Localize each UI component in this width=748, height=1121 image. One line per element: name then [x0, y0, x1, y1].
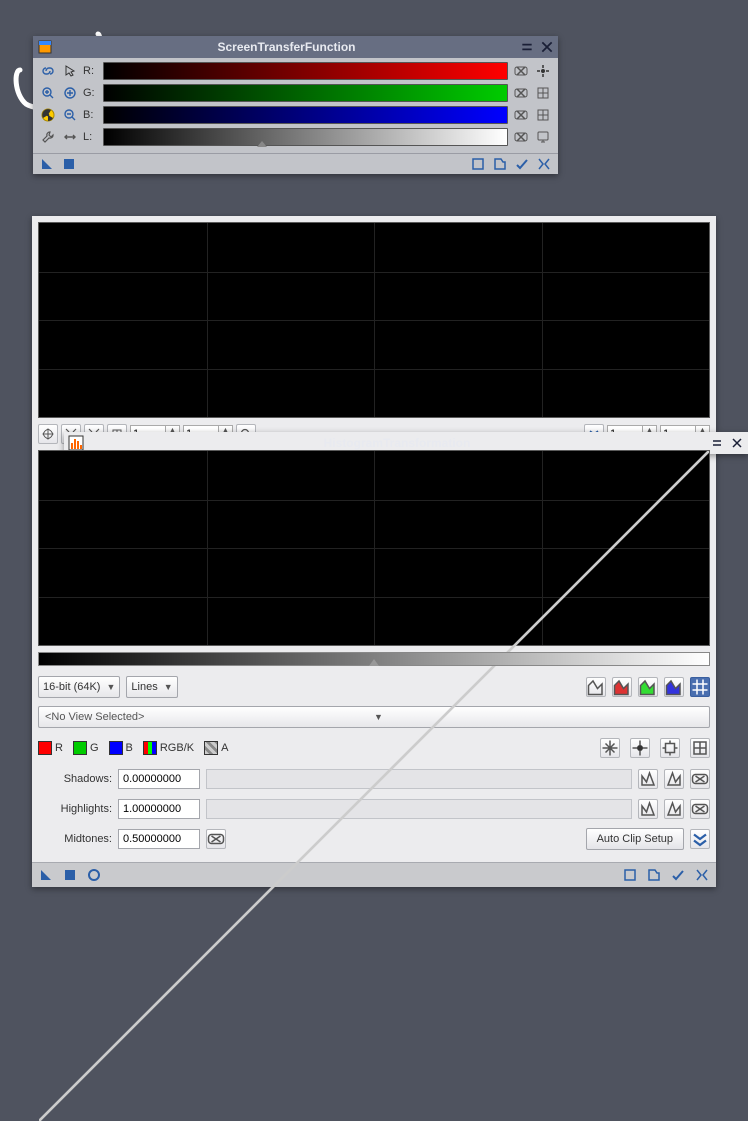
stf-row-green: G: [39, 83, 552, 103]
stf-minimize-icon[interactable] [520, 40, 534, 54]
reset-green-icon[interactable] [512, 84, 530, 102]
apply-square-icon[interactable] [61, 156, 77, 172]
wrench-icon[interactable] [39, 128, 57, 146]
reset-icon[interactable] [536, 156, 552, 172]
expand-blue-icon[interactable] [534, 106, 552, 124]
monitor-icon[interactable] [534, 128, 552, 146]
check-icon[interactable] [514, 156, 530, 172]
stf-row-red: R: [39, 61, 552, 81]
midtones-caret-icon[interactable] [369, 659, 379, 666]
stf-row-luminance: L: [39, 127, 552, 147]
stf-label-l: L: [83, 131, 99, 143]
nuclear-icon[interactable] [39, 106, 57, 124]
stf-window-icon [37, 39, 53, 55]
stf-titlebar[interactable]: ScreenTransferFunction [33, 36, 558, 58]
stf-footer [33, 153, 558, 174]
stf-row-blue: B: [39, 105, 552, 125]
zoom-reset-icon[interactable] [61, 84, 79, 102]
hist-title: HistogramTransformation [90, 436, 704, 450]
target-red-icon[interactable] [534, 62, 552, 80]
stf-gradient-blue[interactable] [103, 106, 508, 124]
reset-blue-icon[interactable] [512, 106, 530, 124]
zoom-in-icon[interactable] [39, 84, 57, 102]
stf-close-icon[interactable] [540, 40, 554, 54]
link-icon[interactable] [39, 62, 57, 80]
stf-label-b: B: [83, 109, 99, 121]
histogram-transformation-window: HistogramTransformation ▲▼ ▲▼ [32, 216, 716, 887]
reset-lum-icon[interactable] [512, 128, 530, 146]
stf-label-r: R: [83, 65, 99, 77]
reset-red-icon[interactable] [512, 62, 530, 80]
stf-gradient-red[interactable] [103, 62, 508, 80]
screen-transfer-function-window: ScreenTransferFunction R: G: B: [33, 36, 558, 174]
apply-triangle-icon[interactable] [39, 156, 55, 172]
pointer-icon[interactable] [61, 62, 79, 80]
hist-minimize-icon[interactable] [710, 436, 724, 450]
stf-gradient-lum[interactable] [103, 128, 508, 146]
transfer-curve-graph[interactable] [38, 450, 710, 646]
expand-green-icon[interactable] [534, 84, 552, 102]
histogram-graph[interactable] [38, 222, 710, 418]
hist-close-icon[interactable] [730, 436, 744, 450]
browse-icon[interactable] [492, 156, 508, 172]
stf-label-g: G: [83, 87, 99, 99]
stf-gradient-green[interactable] [103, 84, 508, 102]
pan-icon[interactable] [38, 424, 58, 444]
new-instance-icon[interactable] [470, 156, 486, 172]
width-icon[interactable] [61, 128, 79, 146]
zoom-out-icon[interactable] [61, 106, 79, 124]
output-gradient-bar[interactable] [38, 652, 710, 666]
stf-title: ScreenTransferFunction [59, 40, 514, 54]
stf-lum-caret-icon[interactable] [257, 141, 267, 147]
hist-window-icon [68, 435, 84, 451]
